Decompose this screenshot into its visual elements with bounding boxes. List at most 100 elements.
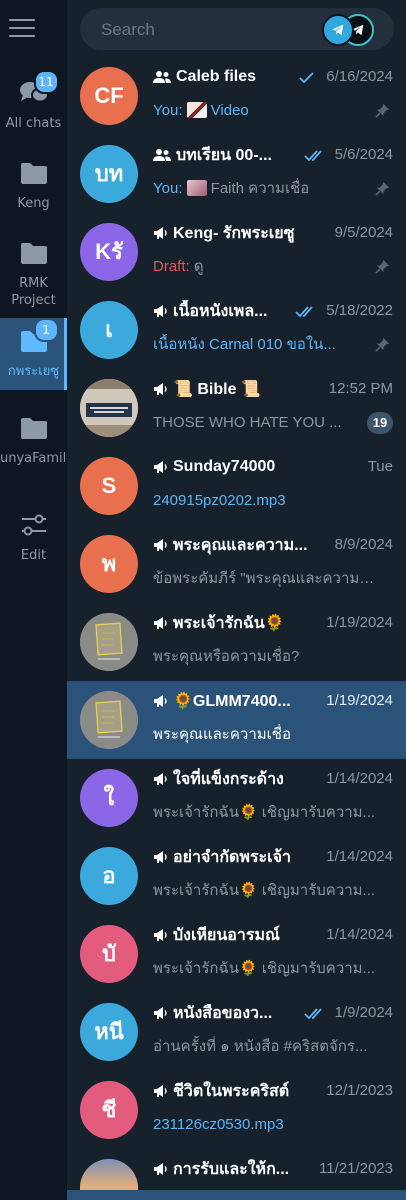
chat-avatar: เ	[80, 301, 138, 359]
media-thumbnail	[186, 180, 207, 196]
folder-icon: 1	[19, 318, 59, 358]
chat-item[interactable]: หนี หนังสือของว... 1/9/2024 อ่านครั้งที่ ๑ …	[67, 993, 406, 1071]
chat-name: ใจที่แข็งกระด้าง	[153, 768, 284, 790]
chat-preview: พระคุณและความเชื่อ	[153, 726, 291, 743]
chat-avatar	[80, 613, 138, 671]
folder-sidebar: 11 All chats Keng RMK Project 1 กพระเยซู unyaF…	[0, 0, 67, 1200]
chat-date: 5/6/2024	[334, 146, 393, 163]
chat-avatar: หนี	[80, 1003, 138, 1061]
channel-icon	[154, 305, 167, 317]
chat-name: บังเหียนอารมณ์	[153, 924, 280, 946]
media-thumbnail	[186, 102, 207, 118]
chat-avatar	[80, 379, 138, 437]
group-icon	[153, 71, 171, 83]
chat-item[interactable]: บท บทเรียน 00-... 5/6/2024 You: Faith ความเ…	[67, 135, 406, 213]
chat-name: หนังสือของว...	[153, 1002, 272, 1024]
chat-date: 1/14/2024	[326, 770, 393, 787]
chat-name: เนื้อหนังเพล...	[153, 300, 267, 322]
chat-name: Keng- รักพระเยซู	[153, 222, 295, 244]
chat-date: 1/19/2024	[326, 692, 393, 709]
folder-icon	[19, 415, 49, 445]
chat-preview: 231126cz0530.mp3	[153, 1116, 284, 1133]
chat-preview: You: Video	[153, 102, 249, 119]
chat-date: 6/16/2024	[326, 68, 393, 85]
chat-avatar: พ	[80, 535, 138, 593]
channel-icon	[154, 461, 167, 473]
chat-date: 1/9/2024	[334, 1004, 393, 1021]
chat-preview: 240915pz0202.mp3	[153, 492, 286, 509]
chat-preview: You: Faith ความเชื่อ	[153, 180, 310, 197]
chat-item[interactable]: อ อย่าจำกัดพระเจ้า 1/14/2024 พระเจ้ารักฉัน🌻…	[67, 837, 406, 915]
bottom-highlight-bar	[67, 1190, 406, 1200]
chat-avatar: S	[80, 457, 138, 515]
double-check-icon	[303, 150, 322, 162]
search-input[interactable]	[99, 8, 313, 52]
chat-avatar	[80, 691, 138, 749]
chat-item[interactable]: ชี ชีวิตในพระคริสต์ 12/1/2023 231126cz0530.…	[67, 1071, 406, 1149]
channel-icon	[154, 851, 167, 863]
folder-tab[interactable]: RMK Project	[0, 240, 67, 309]
chat-name: Caleb files	[153, 66, 256, 88]
chat-item[interactable]: พ พระคุณและความ... 8/9/2024 ข้อพระคัมภีร์ "…	[67, 525, 406, 603]
chat-item[interactable]: เ เนื้อหนังเพล... 5/18/2022 เนื้อหนัง Carna…	[67, 291, 406, 369]
chat-date: 12/1/2023	[326, 1082, 393, 1099]
chat-preview: พระเจ้ารักฉัน🌻 เชิญมารับความ...	[153, 804, 376, 821]
chat-avatar: บท	[80, 145, 138, 203]
god-bless-you-avatar-icon	[80, 691, 138, 749]
chat-date: 9/5/2024	[334, 224, 393, 241]
folder-tab[interactable]: Edit	[0, 512, 67, 564]
unread-count-badge: 19	[367, 412, 393, 434]
folder-tab[interactable]: 11 All chats	[0, 70, 67, 132]
chat-item[interactable]: บั บังเหียนอารมณ์ 1/14/2024 พระเจ้ารักฉัน🌻 …	[67, 915, 406, 993]
chat-avatar: ใ	[80, 769, 138, 827]
folder-label: RMK Project	[11, 276, 56, 308]
chat-preview: ข้อพระคัมภีร์ "พระคุณและความเชื่..."	[153, 570, 378, 587]
chat-name: ชีวิตในพระคริสต์	[153, 1080, 289, 1102]
channel-icon	[154, 1163, 167, 1175]
channel-icon	[154, 383, 167, 395]
chat-date: Tue	[367, 458, 393, 475]
pin-icon	[375, 337, 390, 352]
chat-date: 11/21/2023	[319, 1160, 393, 1177]
folder-tab[interactable]: Keng	[0, 160, 67, 212]
check-icon	[299, 72, 314, 84]
chat-item[interactable]: พระเจ้ารักฉัน🌻 1/19/2024 พระคุณหรือความเชื…	[67, 603, 406, 681]
channel-icon	[154, 929, 167, 941]
folder-label: All chats	[5, 116, 62, 131]
chat-item[interactable]: 🌻GLMM7400... 1/19/2024 พระคุณและความเชื่อ	[67, 681, 406, 759]
channel-icon	[154, 1085, 167, 1097]
chat-avatar: CF	[80, 67, 138, 125]
chat-item[interactable]: ใ ใจที่แข็งกระด้าง 1/14/2024 พระเจ้ารักฉัน🌻…	[67, 759, 406, 837]
chat-date: 1/14/2024	[326, 848, 393, 865]
pin-icon	[375, 181, 390, 196]
group-icon	[153, 149, 171, 161]
chat-item[interactable]: Kรั Keng- รักพระเยซู 9/5/2024 Draft: ดู	[67, 213, 406, 291]
pin-icon	[375, 259, 390, 274]
bible-channel-avatar-icon	[80, 379, 138, 437]
unread-count-badge: 11	[33, 70, 59, 94]
chat-preview: อ่านครั้งที่ ๑ หนังสือ #คริสตจักร...	[153, 1038, 368, 1055]
chat-name: อย่าจำกัดพระเจ้า	[153, 846, 291, 868]
chat-name: บทเรียน 00-...	[153, 144, 272, 166]
chat-avatar: อ	[80, 847, 138, 905]
pin-icon	[375, 103, 390, 118]
chat-preview: THOSE WHO HATE YOU ...	[153, 414, 342, 431]
unread-count-badge: 1	[33, 318, 59, 342]
folder-tab[interactable]: unyaFamily	[0, 415, 67, 467]
chat-item[interactable]: CF Caleb files 6/16/2024 You: Video	[67, 57, 406, 135]
chat-item[interactable]: 📜 Bible 📜 12:52 PM THOSE WHO HATE YOU ... 1…	[67, 369, 406, 447]
chat-avatar: Kรั	[80, 223, 138, 281]
hamburger-menu-icon[interactable]	[9, 19, 35, 39]
chat-preview: Draft: ดู	[153, 258, 204, 275]
chat-name: 🌻GLMM7400...	[153, 690, 291, 712]
chat-name: Sunday74000	[153, 456, 275, 478]
chats-icon: 11	[19, 70, 59, 110]
chat-name: 📜 Bible 📜	[153, 378, 261, 400]
god-bless-you-avatar-icon	[80, 613, 138, 671]
folder-label: unyaFamily	[0, 451, 67, 466]
telegram-account-icon[interactable]	[322, 14, 354, 46]
folder-tab[interactable]: 1 กพระเยซู	[0, 318, 67, 390]
folder-label: Keng	[17, 196, 50, 211]
chat-avatar: บั	[80, 925, 138, 983]
chat-item[interactable]: S Sunday74000 Tue 240915pz0202.mp3	[67, 447, 406, 525]
